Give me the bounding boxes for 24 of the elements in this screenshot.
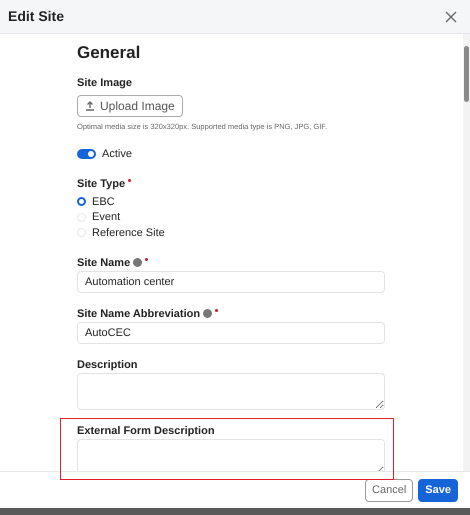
toggle-label: Active [102, 146, 132, 162]
cancel-button[interactable]: Cancel [365, 478, 414, 502]
save-button[interactable]: Save [418, 478, 458, 502]
radio-button[interactable] [77, 197, 86, 206]
field-label: Site Name Abbreviation [77, 308, 200, 320]
radio-label: Reference Site [92, 226, 165, 240]
field-label: Site Image [77, 77, 134, 89]
field-label: Site Type [77, 178, 126, 190]
input-field[interactable]: Automation center [77, 270, 385, 292]
radio-label: Event [92, 210, 120, 225]
upload-icon [85, 101, 95, 111]
field-label: Site Name [77, 256, 130, 268]
window-title: Edit Site [8, 7, 64, 26]
close-icon[interactable] [444, 10, 458, 24]
text-area[interactable] [77, 372, 385, 410]
upload-button[interactable]: Upload Image [77, 95, 183, 117]
toggle-switch[interactable] [77, 149, 96, 159]
radio-label: EBC [92, 194, 115, 210]
scrollbar-thumb[interactable] [464, 46, 469, 102]
field-label: Description [77, 358, 138, 370]
section-heading: General [77, 43, 142, 63]
field-label: External Form Description [77, 424, 215, 436]
input-field[interactable]: AutoCEC [77, 322, 385, 344]
scrollbar[interactable] [463, 34, 470, 471]
